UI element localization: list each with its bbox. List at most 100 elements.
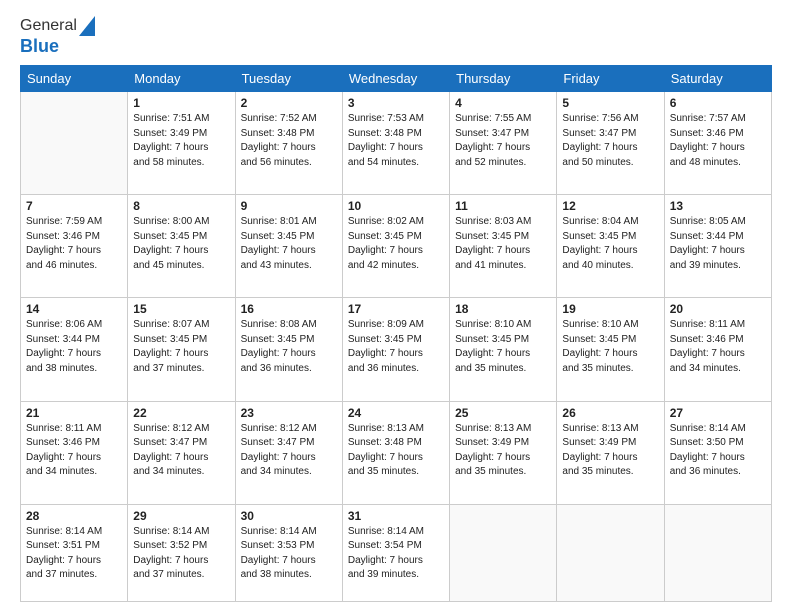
day-number: 23: [241, 406, 337, 420]
logo-icon: [79, 16, 95, 36]
day-info: Sunrise: 8:06 AM Sunset: 3:44 PM Dayligh…: [26, 318, 122, 376]
weekday-header-sunday: Sunday: [21, 66, 128, 92]
day-info: Sunrise: 7:57 AM Sunset: 3:46 PM Dayligh…: [670, 112, 766, 170]
day-number: 24: [348, 406, 444, 420]
day-info: Sunrise: 8:03 AM Sunset: 3:45 PM Dayligh…: [455, 215, 551, 273]
day-info: Sunrise: 8:10 AM Sunset: 3:45 PM Dayligh…: [455, 318, 551, 376]
day-info: Sunrise: 7:51 AM Sunset: 3:49 PM Dayligh…: [133, 112, 229, 170]
day-cell: 15Sunrise: 8:07 AM Sunset: 3:45 PM Dayli…: [128, 298, 235, 401]
day-number: 20: [670, 302, 766, 316]
day-number: 8: [133, 199, 229, 213]
day-number: 11: [455, 199, 551, 213]
logo-blue-text: Blue: [20, 36, 59, 57]
day-number: 19: [562, 302, 658, 316]
day-number: 5: [562, 96, 658, 110]
week-row-1: 7 Sunrise: 7:59 AM Sunset: 3:46 PM Daylig…: [21, 195, 772, 298]
day-number: 1: [133, 96, 229, 110]
day-number: 26: [562, 406, 658, 420]
day-cell: 6 Sunrise: 7:57 AM Sunset: 3:46 PM Daylig…: [664, 92, 771, 195]
day-info: Sunrise: 8:11 AM Sunset: 3:46 PM Dayligh…: [26, 422, 122, 480]
day-cell: 8 Sunrise: 8:00 AM Sunset: 3:45 PM Daylig…: [128, 195, 235, 298]
day-cell: 18 Sunrise: 8:10 AM Sunset: 3:45 PM Dayli…: [450, 298, 557, 401]
logo: General Blue: [20, 16, 95, 57]
day-cell: 13Sunrise: 8:05 AM Sunset: 3:44 PM Dayli…: [664, 195, 771, 298]
day-number: 4: [455, 96, 551, 110]
day-cell: 20 Sunrise: 8:11 AM Sunset: 3:46 PM Dayli…: [664, 298, 771, 401]
day-cell: 16 Sunrise: 8:08 AM Sunset: 3:45 PM Dayli…: [235, 298, 342, 401]
week-row-4: 28 Sunrise: 8:14 AM Sunset: 3:51 PM Dayli…: [21, 504, 772, 601]
day-info: Sunrise: 7:52 AM Sunset: 3:48 PM Dayligh…: [241, 112, 337, 170]
day-info: Sunrise: 7:55 AM Sunset: 3:47 PM Dayligh…: [455, 112, 551, 170]
day-number: 2: [241, 96, 337, 110]
day-number: 6: [670, 96, 766, 110]
day-info: Sunrise: 7:56 AM Sunset: 3:47 PM Dayligh…: [562, 112, 658, 170]
day-number: 7: [26, 199, 122, 213]
day-cell: [664, 504, 771, 601]
page: General Blue SundayMondayTuesdayWednesda…: [0, 0, 792, 612]
day-cell: 10Sunrise: 8:02 AM Sunset: 3:45 PM Dayli…: [342, 195, 449, 298]
week-row-2: 14 Sunrise: 8:06 AM Sunset: 3:44 PM Dayli…: [21, 298, 772, 401]
calendar-table: SundayMondayTuesdayWednesdayThursdayFrid…: [20, 65, 772, 602]
day-number: 12: [562, 199, 658, 213]
day-info: Sunrise: 8:12 AM Sunset: 3:47 PM Dayligh…: [241, 422, 337, 480]
day-info: Sunrise: 7:53 AM Sunset: 3:48 PM Dayligh…: [348, 112, 444, 170]
day-info: Sunrise: 8:14 AM Sunset: 3:53 PM Dayligh…: [241, 525, 337, 583]
day-cell: 29Sunrise: 8:14 AM Sunset: 3:52 PM Dayli…: [128, 504, 235, 601]
day-info: Sunrise: 8:12 AM Sunset: 3:47 PM Dayligh…: [133, 422, 229, 480]
day-number: 30: [241, 509, 337, 523]
day-cell: 25 Sunrise: 8:13 AM Sunset: 3:49 PM Dayli…: [450, 401, 557, 504]
day-number: 16: [241, 302, 337, 316]
header: General Blue: [20, 16, 772, 57]
day-cell: 27 Sunrise: 8:14 AM Sunset: 3:50 PM Dayli…: [664, 401, 771, 504]
day-cell: 23 Sunrise: 8:12 AM Sunset: 3:47 PM Dayli…: [235, 401, 342, 504]
logo-general-text: General: [20, 17, 77, 35]
day-cell: 14 Sunrise: 8:06 AM Sunset: 3:44 PM Dayli…: [21, 298, 128, 401]
day-cell: 28 Sunrise: 8:14 AM Sunset: 3:51 PM Dayli…: [21, 504, 128, 601]
day-cell: 17 Sunrise: 8:09 AM Sunset: 3:45 PM Dayli…: [342, 298, 449, 401]
week-row-3: 21 Sunrise: 8:11 AM Sunset: 3:46 PM Dayli…: [21, 401, 772, 504]
weekday-header-friday: Friday: [557, 66, 664, 92]
day-number: 28: [26, 509, 122, 523]
day-cell: 30 Sunrise: 8:14 AM Sunset: 3:53 PM Dayli…: [235, 504, 342, 601]
day-info: Sunrise: 8:14 AM Sunset: 3:54 PM Dayligh…: [348, 525, 444, 583]
weekday-header-monday: Monday: [128, 66, 235, 92]
weekday-header-wednesday: Wednesday: [342, 66, 449, 92]
day-info: Sunrise: 8:00 AM Sunset: 3:45 PM Dayligh…: [133, 215, 229, 273]
day-number: 15: [133, 302, 229, 316]
day-info: Sunrise: 8:13 AM Sunset: 3:48 PM Dayligh…: [348, 422, 444, 480]
day-number: 25: [455, 406, 551, 420]
weekday-header-thursday: Thursday: [450, 66, 557, 92]
day-cell: 7 Sunrise: 7:59 AM Sunset: 3:46 PM Daylig…: [21, 195, 128, 298]
day-info: Sunrise: 8:14 AM Sunset: 3:51 PM Dayligh…: [26, 525, 122, 583]
day-cell: 31 Sunrise: 8:14 AM Sunset: 3:54 PM Dayli…: [342, 504, 449, 601]
day-info: Sunrise: 8:10 AM Sunset: 3:45 PM Dayligh…: [562, 318, 658, 376]
day-info: Sunrise: 8:09 AM Sunset: 3:45 PM Dayligh…: [348, 318, 444, 376]
day-cell: 19 Sunrise: 8:10 AM Sunset: 3:45 PM Dayli…: [557, 298, 664, 401]
day-cell: 24 Sunrise: 8:13 AM Sunset: 3:48 PM Dayli…: [342, 401, 449, 504]
day-cell: 21 Sunrise: 8:11 AM Sunset: 3:46 PM Dayli…: [21, 401, 128, 504]
day-number: 14: [26, 302, 122, 316]
day-number: 17: [348, 302, 444, 316]
day-info: Sunrise: 8:11 AM Sunset: 3:46 PM Dayligh…: [670, 318, 766, 376]
day-cell: 11 Sunrise: 8:03 AM Sunset: 3:45 PM Dayli…: [450, 195, 557, 298]
day-info: Sunrise: 8:13 AM Sunset: 3:49 PM Dayligh…: [455, 422, 551, 480]
day-info: Sunrise: 8:01 AM Sunset: 3:45 PM Dayligh…: [241, 215, 337, 273]
day-info: Sunrise: 8:14 AM Sunset: 3:50 PM Dayligh…: [670, 422, 766, 480]
day-cell: [21, 92, 128, 195]
day-info: Sunrise: 7:59 AM Sunset: 3:46 PM Dayligh…: [26, 215, 122, 273]
day-number: 29: [133, 509, 229, 523]
day-cell: 9 Sunrise: 8:01 AM Sunset: 3:45 PM Daylig…: [235, 195, 342, 298]
day-info: Sunrise: 8:02 AM Sunset: 3:45 PM Dayligh…: [348, 215, 444, 273]
day-cell: 4 Sunrise: 7:55 AM Sunset: 3:47 PM Daylig…: [450, 92, 557, 195]
day-cell: 2 Sunrise: 7:52 AM Sunset: 3:48 PM Daylig…: [235, 92, 342, 195]
day-cell: 5 Sunrise: 7:56 AM Sunset: 3:47 PM Daylig…: [557, 92, 664, 195]
day-number: 21: [26, 406, 122, 420]
day-number: 3: [348, 96, 444, 110]
day-number: 31: [348, 509, 444, 523]
day-cell: [450, 504, 557, 601]
day-number: 18: [455, 302, 551, 316]
day-number: 9: [241, 199, 337, 213]
day-info: Sunrise: 8:08 AM Sunset: 3:45 PM Dayligh…: [241, 318, 337, 376]
day-number: 22: [133, 406, 229, 420]
day-number: 27: [670, 406, 766, 420]
